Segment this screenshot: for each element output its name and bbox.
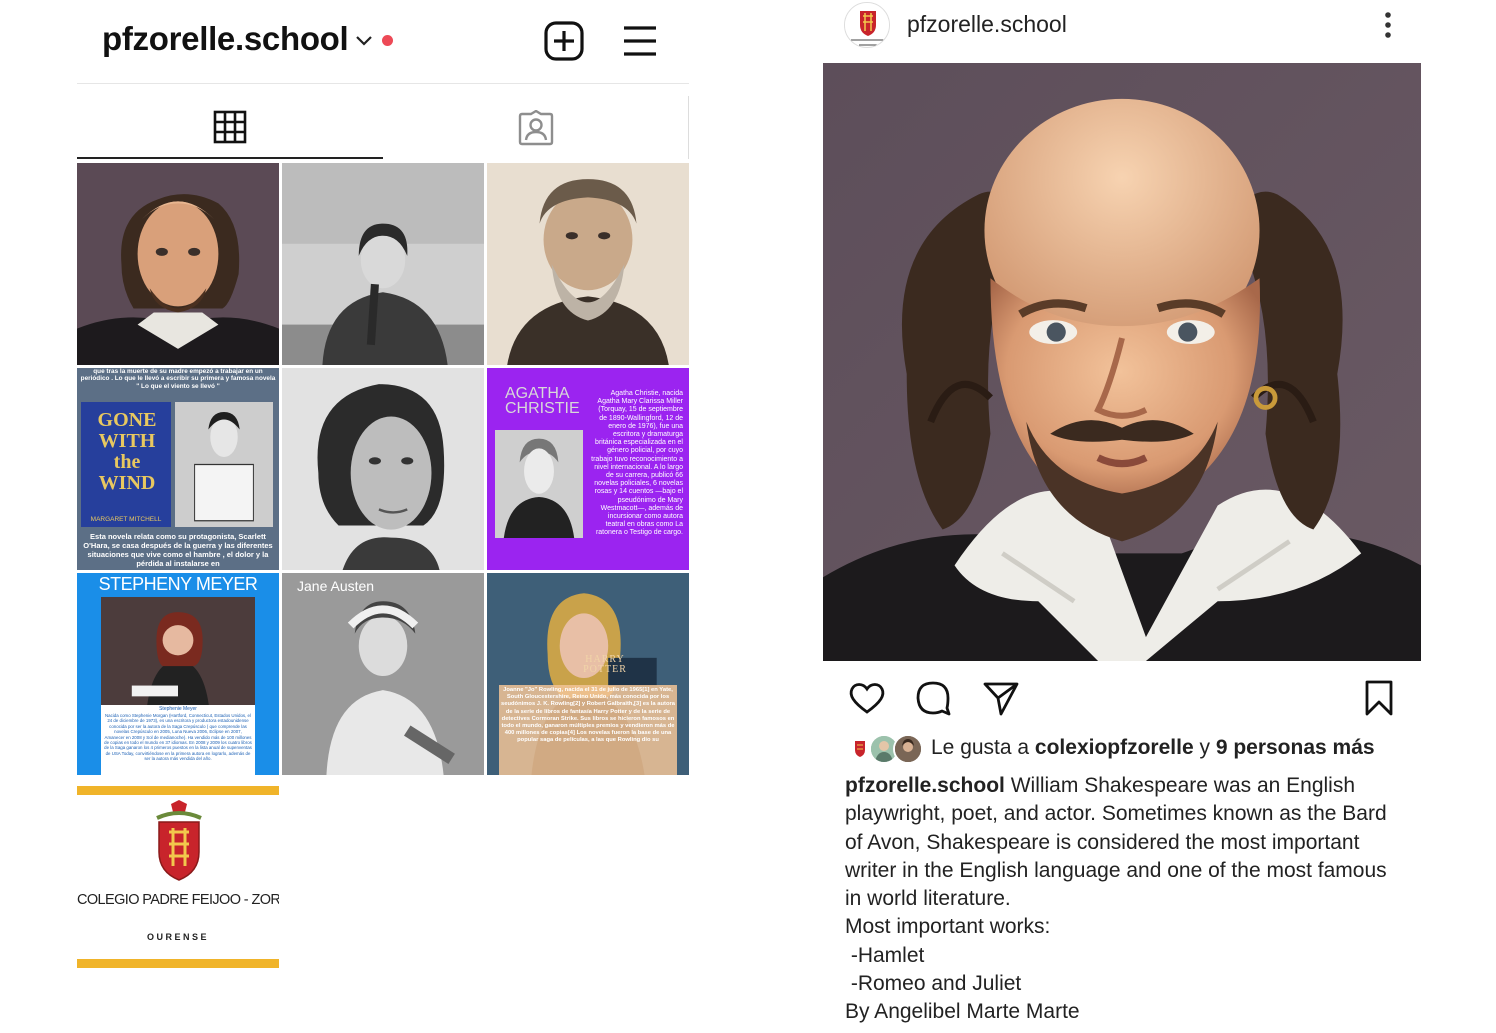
gwtw-author-photo xyxy=(175,402,273,527)
grid-post-agatha-christie[interactable]: AGATHA CHRISTIE Agatha Christie, nacida … xyxy=(487,368,689,570)
grid-post-writer-photo[interactable] xyxy=(282,163,484,365)
share-button[interactable] xyxy=(981,678,1021,718)
rowling-text-box: Joanne "Jo" Rowling, nacida el 31 de jul… xyxy=(499,685,677,775)
writer-photo-thumbnail xyxy=(282,163,484,365)
comment-button[interactable] xyxy=(913,678,953,718)
post-avatar[interactable] xyxy=(844,2,890,48)
more-options-icon[interactable] xyxy=(1378,10,1398,40)
shakespeare-portrait xyxy=(823,63,1421,661)
notification-dot xyxy=(382,35,393,46)
logo-bottom-bar xyxy=(77,959,279,968)
caption-line: By Angelibel Marte Marte xyxy=(845,1000,1080,1024)
gwtw-bottom-text: Esta novela relata como su protagonista,… xyxy=(83,532,273,568)
gwtw-book-author: MARGARET MITCHELL xyxy=(90,516,162,523)
profile-username[interactable]: pfzorelle.school xyxy=(102,20,349,58)
agatha-photo xyxy=(495,430,583,538)
rowling-book-title: HARRY POTTER xyxy=(583,654,627,675)
austen-title: Jane Austen xyxy=(297,578,375,594)
profile-tabs xyxy=(77,96,689,159)
post-image[interactable] xyxy=(823,63,1421,661)
grid-icon xyxy=(213,110,247,143)
grid-post-dickens[interactable] xyxy=(487,163,689,365)
grid-post-school-logo[interactable]: COLEGIO PADRE FEIJOO - ZORELL OURENSE xyxy=(77,784,279,986)
agatha-title: AGATHA CHRISTIE xyxy=(505,385,580,417)
likes-liker[interactable]: colexiopfzorelle xyxy=(1035,736,1194,759)
meyer-title: STEPHENY MEYER xyxy=(98,574,258,594)
gwtw-book-cover: GONE WITH the WIND MARGARET MITCHELL xyxy=(81,402,171,527)
grid-post-shakespeare[interactable] xyxy=(77,163,279,365)
meyer-text: Nacida como Stephenie Morgan (Hartford, … xyxy=(104,713,252,762)
like-button[interactable] xyxy=(847,678,887,718)
caption-line: of Avon, Shakespeare is considered the m… xyxy=(845,830,1360,854)
grid-post-stepheny-meyer[interactable]: STEPHENY MEYER Stephenie Meyer Nacida co… xyxy=(77,573,279,775)
post-screen: pfzorelle.school Le gusta a colexiopfzor… xyxy=(823,0,1421,1033)
caption-line: William Shakespeare was an English xyxy=(1010,774,1356,797)
profile-screen: pfzorelle.school que tras la muerte de s… xyxy=(77,0,689,1033)
meyer-photo-caption: Stephenie Meyer xyxy=(159,706,197,712)
likes-connector: y xyxy=(1193,736,1216,759)
caption-line: playwright, poet, and actor. Sometimes k… xyxy=(845,802,1387,826)
woolf-thumbnail xyxy=(282,368,484,570)
school-name: COLEGIO PADRE FEIJOO - ZORELL xyxy=(77,892,279,908)
new-post-button[interactable] xyxy=(544,21,584,61)
dickens-thumbnail xyxy=(487,163,689,365)
tagged-person-icon xyxy=(518,109,554,145)
grid-post-jk-rowling[interactable]: HARRY POTTER Joanne "Jo" Rowling, nacida… xyxy=(487,573,689,775)
school-crest-icon xyxy=(156,800,202,881)
profile-header: pfzorelle.school xyxy=(77,0,689,84)
shakespeare-thumbnail xyxy=(77,163,279,365)
save-button[interactable] xyxy=(1359,678,1399,718)
tab-grid[interactable] xyxy=(77,96,383,159)
caption-line: Most important works: xyxy=(845,915,1051,939)
likes-others[interactable]: 9 personas más xyxy=(1216,736,1375,759)
austen-thumbnail xyxy=(282,573,484,775)
meyer-text-box: Stephenie Meyer Nacida como Stephenie Mo… xyxy=(101,705,255,775)
caption-line: -Romeo and Juliet xyxy=(845,972,1022,996)
caption-line: -Hamlet xyxy=(845,943,925,967)
agatha-text: Agatha Christie, nacida Agatha Mary Clar… xyxy=(591,390,683,537)
menu-button[interactable] xyxy=(621,22,659,60)
caption-username[interactable]: pfzorelle.school xyxy=(845,774,1005,797)
caption-line: in world literature. xyxy=(845,887,1011,911)
gwtw-top-text: que tras la muerte de su madre empezó a … xyxy=(80,368,276,390)
caption-line: writer in the English language and one o… xyxy=(845,858,1387,882)
chevron-down-icon[interactable] xyxy=(354,30,374,50)
likes-prefix: Le gusta a xyxy=(931,736,1035,759)
school-city: OURENSE xyxy=(146,932,209,942)
grid-post-jane-austen[interactable]: Jane Austen xyxy=(282,573,484,775)
likes-text: Le gusta a colexiopfzorelle y 9 personas… xyxy=(931,736,1375,760)
grid-post-woolf[interactable] xyxy=(282,368,484,570)
logo-top-bar xyxy=(77,786,279,795)
likes-row: Le gusta a colexiopfzorelle y 9 personas… xyxy=(845,734,1415,764)
grid-post-gone-with-the-wind[interactable]: que tras la muerte de su madre empezó a … xyxy=(77,368,279,570)
gwtw-book-title: GONE WITH the WIND xyxy=(97,409,157,494)
post-username[interactable]: pfzorelle.school xyxy=(907,11,1067,38)
rowling-text: Joanne "Jo" Rowling, nacida el 31 de jul… xyxy=(501,687,675,744)
meyer-photo xyxy=(101,597,255,705)
post-caption: pfzorelle.school William Shakespeare was… xyxy=(845,772,1405,1027)
liker-avatar[interactable] xyxy=(893,734,923,764)
tab-tagged[interactable] xyxy=(383,96,689,159)
school-crest-icon xyxy=(845,3,889,47)
